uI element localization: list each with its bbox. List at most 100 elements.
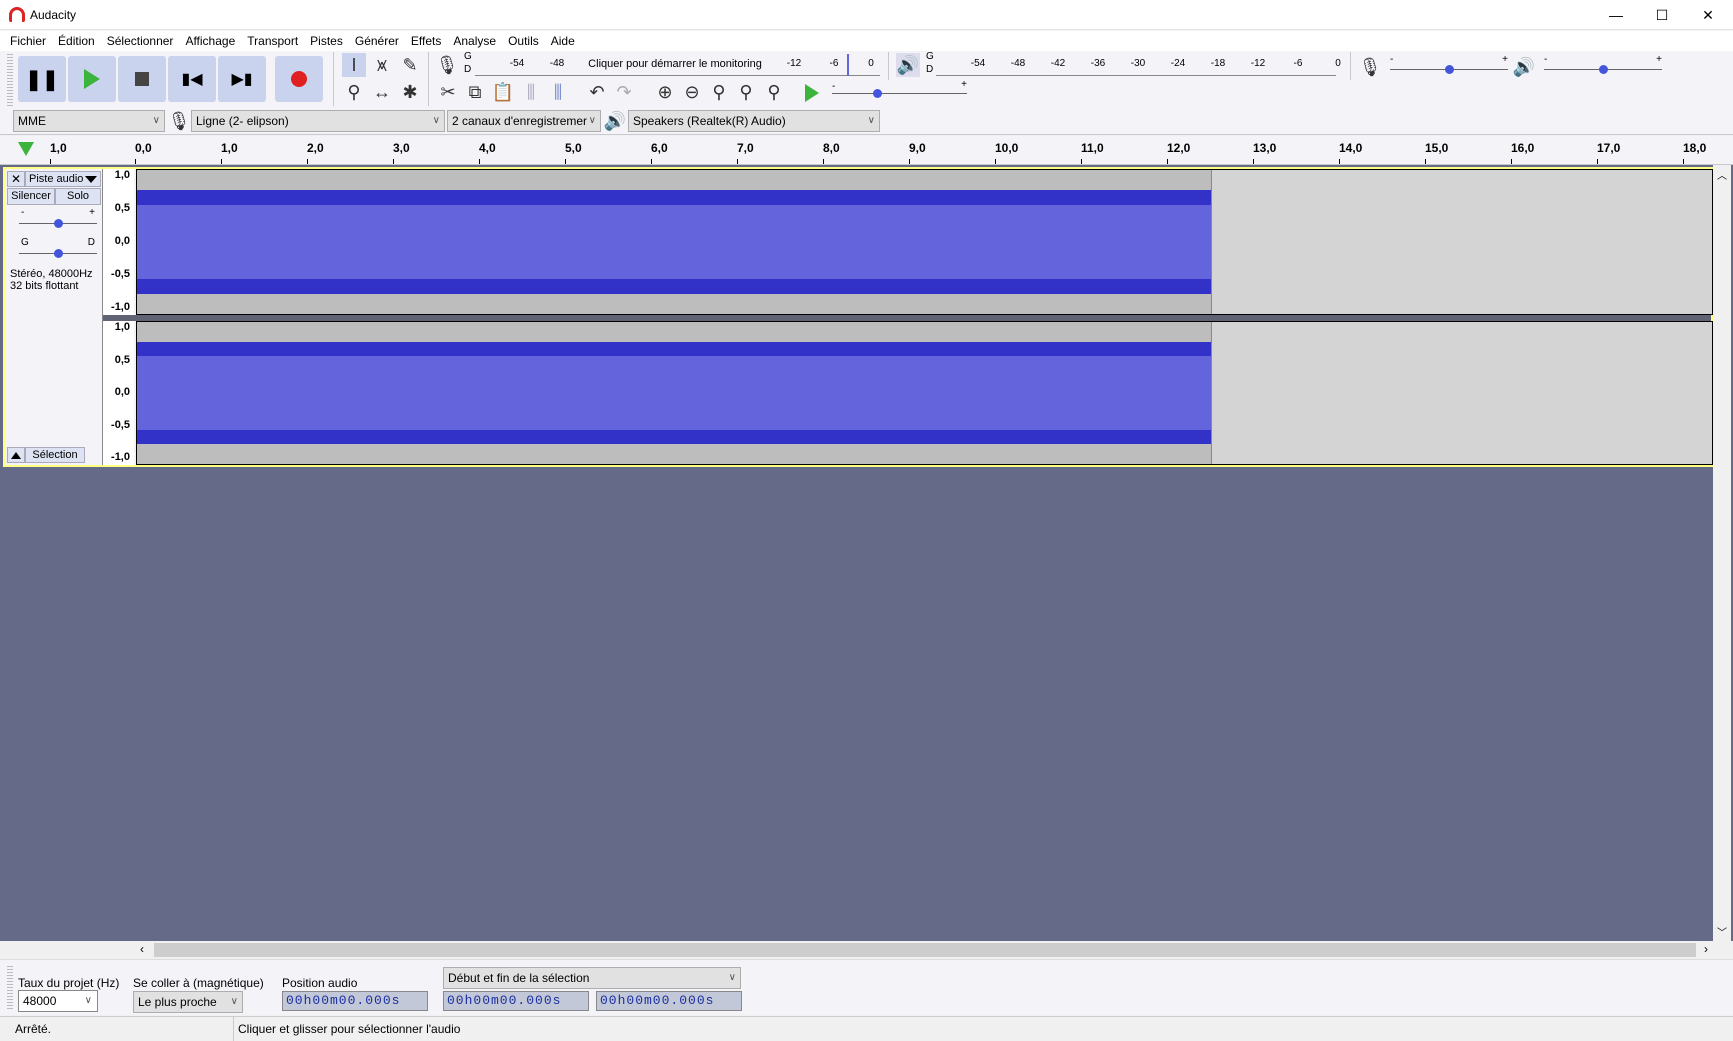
selection-start-field[interactable]: 00h00m00.000s (443, 991, 589, 1011)
ruler-tick (909, 159, 910, 164)
cut-icon[interactable]: ✂ (436, 80, 460, 104)
microphone-icon[interactable]: 🎙 (435, 53, 459, 77)
scrollbar-thumb[interactable] (154, 943, 1696, 957)
play-volume-slider[interactable]: - + (1544, 54, 1662, 76)
vertical-scrollbar[interactable]: ︿ ﹀ (1713, 165, 1731, 941)
toolbar-grip[interactable] (7, 966, 13, 1010)
track-menu-button[interactable]: Piste audio (25, 171, 101, 187)
play-speed-slider[interactable]: - + (832, 79, 967, 99)
track-close-button[interactable]: ✕ (7, 171, 25, 187)
status-hint: Cliquer et glisser pour sélectionner l'a… (238, 1022, 461, 1036)
paste-icon[interactable]: 📋 (491, 80, 515, 104)
zoom-tool-icon[interactable]: ⚲ (342, 80, 366, 104)
zoom-in-icon[interactable]: ⊕ (653, 80, 677, 104)
scroll-left-icon[interactable]: ‹ (140, 942, 144, 956)
close-button[interactable]: ✕ (1685, 0, 1731, 30)
slider-thumb[interactable] (1599, 65, 1608, 74)
menu-generer[interactable]: Générer (349, 31, 405, 51)
record-button[interactable] (275, 56, 323, 102)
collapse-button[interactable] (7, 447, 25, 463)
timeline-ruler[interactable]: 1,0 0,0 1,0 2,0 3,0 4,0 5,0 6,0 7,0 8,0 9,0 10,0 11,… (0, 136, 1733, 165)
zoom-toggle-icon[interactable]: ⚲ (762, 80, 786, 104)
audio-track[interactable]: ✕ Piste audio Silencer Solo - + G D Stér… (3, 167, 1713, 467)
slider-thumb[interactable] (54, 249, 63, 258)
position-label: Position audio (282, 976, 358, 990)
fit-selection-icon[interactable]: ⚲ (707, 80, 731, 104)
envelope-tool-icon[interactable]: ⩙ (370, 53, 394, 77)
audio-clip[interactable] (137, 322, 1212, 464)
undo-icon[interactable]: ↶ (585, 80, 609, 104)
audio-host-select[interactable]: MME ∨ (13, 110, 165, 132)
menu-outils[interactable]: Outils (502, 31, 545, 51)
skip-end-button[interactable]: ▶▮ (218, 56, 266, 102)
solo-button[interactable]: Solo (55, 188, 101, 205)
ruler-tick (995, 159, 996, 164)
maximize-button[interactable]: ☐ (1639, 0, 1685, 30)
channel-left-waveform[interactable] (136, 169, 1713, 315)
stop-button[interactable] (118, 56, 166, 102)
pan-slider[interactable]: G D (19, 237, 97, 261)
minimize-button[interactable]: — (1593, 0, 1639, 30)
output-device-select[interactable]: Speakers (Realtek(R) Audio) ∨ (628, 110, 880, 132)
redo-icon[interactable]: ↷ (612, 80, 636, 104)
snap-select[interactable]: Le plus proche ∨ (133, 991, 243, 1013)
timeline-options-icon[interactable] (18, 142, 34, 156)
menu-effets[interactable]: Effets (405, 31, 447, 51)
menu-selectionner[interactable]: Sélectionner (101, 31, 180, 51)
mute-button[interactable]: Silencer (7, 188, 55, 205)
speaker-icon[interactable]: 🔊 (896, 53, 920, 77)
menu-edition[interactable]: Édition (52, 31, 101, 51)
menu-analyse[interactable]: Analyse (447, 31, 502, 51)
selection-tool-icon[interactable]: I (342, 53, 366, 77)
draw-tool-icon[interactable]: ✎ (398, 53, 422, 77)
silence-icon[interactable]: ⫼ (546, 80, 570, 104)
meter-tick: -54 (970, 58, 986, 69)
play-at-speed-icon[interactable] (805, 84, 819, 102)
skip-start-button[interactable]: ▮◀ (168, 56, 216, 102)
scroll-down-icon[interactable]: ﹀ (1717, 924, 1727, 939)
monitoring-hint[interactable]: Cliquer pour démarrer le monitoring (585, 58, 765, 70)
project-rate-select[interactable]: 48000 ∨ (18, 990, 98, 1012)
record-meter[interactable]: -54 -48 Cliquer pour démarrer le monitor… (475, 54, 880, 76)
zoom-out-icon[interactable]: ⊖ (680, 80, 704, 104)
menu-aide[interactable]: Aide (545, 31, 581, 51)
copy-icon[interactable]: ⧉ (463, 80, 487, 104)
selection-mode-select[interactable]: Début et fin de la sélection ∨ (443, 967, 741, 989)
audacity-logo-icon (9, 7, 25, 22)
channel-right-waveform[interactable] (136, 321, 1713, 465)
meter-tick: -6 (1293, 58, 1303, 69)
meter-tick: -6 (829, 58, 839, 69)
pause-button[interactable]: ❚❚ (18, 56, 66, 102)
multi-tool-icon[interactable]: ✱ (398, 80, 422, 104)
ruler-label: 1,0 (221, 141, 238, 155)
gain-slider[interactable]: - + (19, 207, 97, 231)
scroll-up-icon[interactable]: ︿ (1717, 167, 1727, 182)
slider-thumb[interactable] (1445, 65, 1454, 74)
playback-meter[interactable]: -54 -48 -42 -36 -30 -24 -18 -12 -6 0 (936, 54, 1341, 76)
record-volume-slider[interactable]: - + (1390, 54, 1508, 76)
menu-pistes[interactable]: Pistes (304, 31, 349, 51)
timeshift-tool-icon[interactable]: ↔ (370, 80, 394, 104)
track-sample-format: 32 bits flottant (10, 280, 79, 292)
play-button[interactable] (68, 56, 116, 102)
slider-thumb[interactable] (54, 219, 63, 228)
scroll-right-icon[interactable]: › (1704, 942, 1708, 956)
input-device-select[interactable]: Ligne (2- elipson) ∨ (191, 110, 445, 132)
horizontal-scrollbar[interactable]: ‹ › (0, 941, 1733, 959)
toolbar-grip[interactable] (7, 54, 13, 106)
menu-transport[interactable]: Transport (241, 31, 304, 51)
audio-clip[interactable] (137, 170, 1212, 314)
trim-icon[interactable]: ⫼ (519, 80, 543, 104)
channels-select[interactable]: 2 canaux d'enregistremer ∨ (447, 110, 601, 132)
slider-thumb[interactable] (872, 89, 882, 98)
selection-end-field[interactable]: 00h00m00.000s (596, 991, 742, 1011)
input-device-value: Ligne (2- elipson) (196, 114, 289, 128)
ruler-tick (135, 159, 136, 164)
select-track-button[interactable]: Sélection (25, 447, 85, 463)
meter-tick: -30 (1130, 58, 1146, 69)
fit-project-icon[interactable]: ⚲ (734, 80, 758, 104)
ruler-label: 10,0 (995, 141, 1019, 155)
menu-affichage[interactable]: Affichage (179, 31, 241, 51)
menu-fichier[interactable]: Fichier (4, 31, 52, 51)
audio-position-field[interactable]: 00h00m00.000s (282, 991, 428, 1011)
